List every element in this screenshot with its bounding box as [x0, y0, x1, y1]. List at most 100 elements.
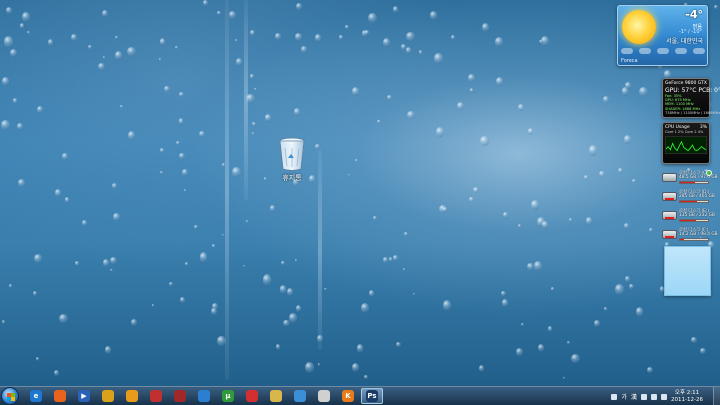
raindrop [54, 189, 62, 197]
raindrop [82, 220, 88, 227]
raindrop [442, 300, 452, 312]
raindrop [246, 94, 255, 104]
raindrop [276, 344, 281, 350]
raindrop [623, 134, 631, 144]
raindrop [317, 363, 321, 367]
raindrop [1, 119, 10, 130]
rain-streak [225, 0, 229, 380]
photoshop-icon: Ps [366, 390, 378, 402]
raindrop [48, 38, 54, 46]
raindrop [629, 283, 634, 289]
action-center-icon[interactable] [661, 393, 668, 400]
raindrop [262, 274, 272, 287]
raindrop [537, 344, 544, 353]
taskbar-button-media-player[interactable]: ▶ [73, 388, 95, 404]
sticky-note-gadget[interactable] [664, 246, 711, 296]
raindrop [406, 32, 415, 42]
drive-row[interactable]: 로컬 디스크 (E:) 135 GB / 232 GB [662, 208, 715, 224]
raindrop [351, 87, 359, 97]
recycle-bin-desktop-icon[interactable]: 휴지통 [268, 136, 316, 183]
cpu-usage-graph [665, 136, 707, 154]
taskbar-button-globe[interactable] [193, 388, 215, 404]
raindrop [536, 216, 545, 228]
raindrop [127, 47, 136, 57]
raindrop [604, 307, 608, 311]
forecast-day-icon [639, 48, 651, 54]
drive-row[interactable]: 로컬 디스크 (F:) 14.2 GB / 98.4 GB [662, 227, 718, 243]
start-button[interactable] [1, 387, 19, 405]
drive-usage-bar [679, 181, 709, 184]
raindrop [305, 361, 315, 373]
raindrop [469, 196, 475, 203]
raindrop [393, 255, 399, 261]
raindrop [13, 98, 18, 105]
raindrop [104, 345, 112, 354]
drive-row[interactable]: 로컬 디스크 (D:) 285 GB / 465 GB [662, 189, 715, 205]
taskbar: e ▶ µ K Ps 가 漢 오후 2:11 2011-12-26 [0, 386, 720, 405]
hard-drive-icon [662, 173, 677, 182]
raindrop [479, 365, 485, 372]
ime-hanja-indicator[interactable]: 漢 [631, 392, 637, 401]
raindrop [212, 243, 216, 248]
rain-streak [318, 150, 322, 350]
weather-source-link[interactable]: Foreca [621, 58, 638, 64]
raindrop [269, 205, 275, 213]
taskbar-button-tool[interactable] [121, 388, 143, 404]
hard-drive-icon [662, 230, 677, 239]
raindrop [503, 212, 508, 219]
raindrop [400, 43, 407, 50]
raindrop [377, 119, 381, 124]
wallpaper [0, 0, 720, 386]
raindrop [183, 188, 186, 192]
raindrop [179, 296, 185, 303]
taskbar-button-folder[interactable] [265, 388, 287, 404]
recycle-bin-label: 휴지통 [282, 174, 302, 182]
volume-icon[interactable] [651, 393, 658, 400]
weather-temperature: -4° [685, 8, 703, 21]
raindrop [646, 366, 653, 373]
raindrop [542, 221, 548, 229]
gift-icon [174, 390, 186, 402]
raindrop [17, 178, 26, 188]
tray-notification-icon[interactable] [611, 393, 618, 400]
weather-gadget[interactable]: -4° 맑음 -1° / -10° 서울, 대한민국 Foreca [617, 5, 708, 66]
raindrop [317, 335, 323, 343]
raindrop [293, 108, 300, 117]
raindrop [569, 217, 573, 222]
show-desktop-button[interactable] [713, 387, 720, 405]
taskbar-clock[interactable]: 오후 2:11 2011-12-26 [671, 390, 703, 404]
taskbar-button-ie[interactable]: e [25, 388, 47, 404]
raindrop [211, 307, 218, 316]
ime-language-indicator[interactable]: 가 [621, 392, 627, 401]
drive-monitor-gadget[interactable]: 로컬 디스크 (C:) 48.5 GB / 97.6 GB 로컬 디스크 (D:) 2… [662, 170, 718, 246]
taskbar-button-arc[interactable] [241, 388, 263, 404]
raindrop [623, 223, 629, 230]
drive-row[interactable]: 로컬 디스크 (C:) 48.5 GB / 97.6 GB [662, 170, 718, 186]
taskbar-button-photoshop[interactable]: Ps [361, 388, 383, 404]
taskbar-button-paint[interactable] [97, 388, 119, 404]
raindrop [164, 85, 170, 92]
sunny-icon [622, 10, 656, 44]
raindrop [243, 264, 246, 267]
raindrop [193, 224, 199, 230]
raindrop [615, 284, 624, 295]
raindrop [621, 87, 629, 97]
drive-usage-fill [680, 239, 684, 240]
taskbar-button-gift[interactable] [169, 388, 191, 404]
gpu-meter-gadget[interactable]: GeForce 9800 GTX GPU: 57°C PCB: 0°C Fan:… [662, 78, 720, 118]
raindrop [288, 312, 298, 323]
raindrop [217, 11, 221, 16]
raindrop [228, 11, 236, 20]
taskbar-button-utorrent[interactable]: µ [217, 388, 239, 404]
cpu-usage-gadget[interactable]: CPU Usage 3% Core 1 2% Core 2 4% [662, 122, 710, 164]
taskbar-button-circle-app[interactable] [313, 388, 335, 404]
taskbar-button-pin[interactable] [289, 388, 311, 404]
raindrop [403, 268, 406, 272]
taskbar-button-torrent-client[interactable] [145, 388, 167, 404]
taskbar-button-firefox[interactable] [49, 388, 71, 404]
raindrop [624, 82, 632, 90]
taskbar-button-k-app[interactable]: K [337, 388, 359, 404]
network-icon[interactable] [641, 393, 648, 400]
raindrop [130, 319, 137, 326]
raindrop [64, 197, 70, 203]
